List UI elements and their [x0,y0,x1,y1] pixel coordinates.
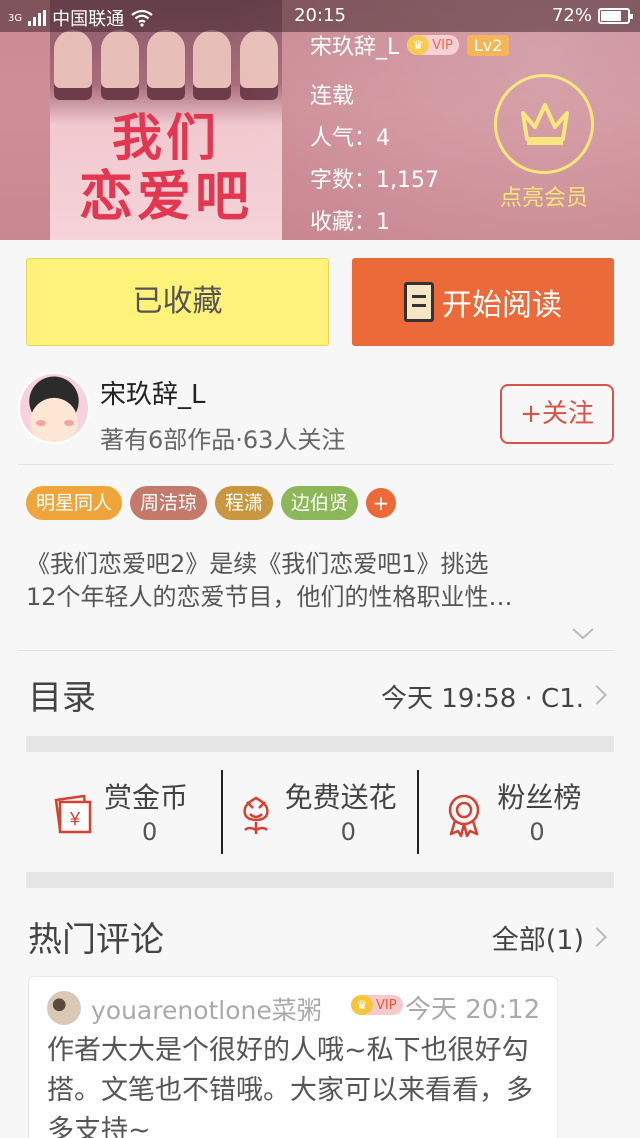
favorites-label: 收藏： [310,210,377,235]
crown-badge [494,74,594,174]
word-count-value: 1,157 [376,168,439,193]
crown-icon [521,103,569,145]
serial-status: 连载 [310,84,355,109]
book-author[interactable]: 宋玖辞_L [310,29,399,61]
book-description[interactable]: 《我们恋爱吧2》是续《我们恋爱吧1》挑选 12个年轻人的恋爱节目，他们的性格职业… [26,548,606,614]
battery-percent: 72% [551,5,592,26]
table-of-contents-row[interactable]: 目录 今天 19:58 · C1. [26,652,614,732]
tag-item[interactable]: 边伯贤 [281,486,359,520]
gift-coin-button[interactable]: ¥ 赏金币 0 [26,770,221,854]
membership-label: 点亮会员 [499,186,588,211]
author-name[interactable]: 宋玖辞_L [100,374,206,411]
clock: 20:15 [294,5,346,26]
battery-icon [598,7,633,24]
gift-flower-label: 免费送花 [284,781,397,814]
cover-title-line2: 恋爱吧 [79,164,253,228]
commenter-avatar[interactable] [47,991,81,1025]
divider [18,650,614,651]
hot-comments-title: 热门评论 [28,920,164,960]
toc-title: 目录 [28,678,96,718]
gift-flower-button[interactable]: 免费送花 0 [220,770,418,854]
gift-coin-count: 0 [142,818,158,846]
cover-title-line1: 我们 [112,108,220,167]
description-line1: 《我们恋爱吧2》是续《我们恋爱吧1》挑选 [26,550,489,578]
svg-text:¥: ¥ [69,809,81,829]
vip-label: VIP [376,997,397,1013]
coin-envelope-icon: ¥ [54,794,92,834]
follow-button[interactable]: +关注 [500,384,614,444]
vip-label: VIP [432,37,453,53]
gift-flower-count: 0 [340,818,356,846]
more-tags-button[interactable]: + [366,488,397,518]
author-card: 宋玖辞_L 著有6部作品·63人关注 +关注 [18,370,618,454]
collected-button[interactable]: 已收藏 [26,258,329,346]
fan-ranking-button[interactable]: 粉丝榜 0 [417,770,614,854]
start-reading-label: 开始阅读 [442,288,562,323]
book-cover[interactable]: 我们 恋爱吧 [50,0,282,240]
membership-button[interactable]: 点亮会员 [492,74,596,212]
vip-badge: ♛ VIP [351,995,403,1015]
description-line2: 12个年轻人的恋爱节目，他们的性格职业性… [26,583,513,611]
vip-badge: ♛ VIP [407,35,459,55]
tag-list: 明星同人 周洁琼 程潇 边伯贤 + [26,486,397,520]
status-bar: 3G 中国联通 20:15 72% [0,0,640,32]
chevron-right-icon [587,685,607,705]
hot-comments-header: 热门评论 全部(1) [26,906,614,966]
word-count-stat: 字数：1,157 [310,160,509,202]
popularity-value: 4 [376,126,391,151]
section-separator [26,872,614,888]
level-badge: Lv2 [466,34,510,56]
start-reading-button[interactable]: 开始阅读 [352,258,614,346]
comment-text: 作者大大是个很好的人哦~私下也很好勾搭。文笔也不错哦。大家可以来看看，多多支持~ [47,1035,533,1138]
fan-ranking-count: 0 [529,818,545,846]
all-comments-link[interactable]: 全部(1) [492,918,584,957]
tag-item[interactable]: 周洁琼 [130,486,208,520]
author-avatar[interactable] [18,372,90,444]
chevron-right-icon [587,927,607,947]
favorites-stat: 收藏：1 [310,202,509,240]
tag-item[interactable]: 程潇 [215,486,274,520]
section-separator [26,736,614,752]
comment-time: 今天 20:12 [405,995,541,1025]
book-icon [404,282,434,322]
crown-icon: ♛ [351,995,373,1015]
commenter-name[interactable]: youarenotlone菜粥 [91,991,322,1027]
popularity-label: 人气： [310,126,377,151]
latest-chapter: 今天 19:58 · C1. [381,684,584,714]
popularity-stat: 人气：4 [310,118,509,160]
book-info: 宋玖辞_L ♛ VIP Lv2 连载 人气：4 字数：1,157 收藏：1 [310,28,510,240]
tag-item[interactable]: 明星同人 [26,486,123,520]
comment-card[interactable]: youarenotlone菜粥 ♛ VIP 今天 20:12 作者大大是个很好的… [28,976,558,1138]
fan-ranking-label: 粉丝榜 [497,781,582,814]
word-count-label: 字数： [310,168,377,193]
book-header: 3G 中国联通 20:15 72% 我们 恋爱吧 宋玖辞_L ♛ VIP Lv2… [0,0,640,240]
crown-icon: ♛ [407,35,430,55]
gift-coin-label: 赏金币 [104,781,189,814]
book-detail-panel: 已收藏 开始阅读 宋玖辞_L 著有6部作品·63人关注 +关注 明星同人 周洁琼… [0,240,640,1138]
medal-icon [449,794,480,838]
author-meta: 著有6部作品·63人关注 [100,426,346,454]
gift-bar: ¥ 赏金币 0 免费送花 0 粉丝榜 0 [26,770,614,854]
chevron-down-icon[interactable] [572,628,594,640]
flower-icon [243,796,269,834]
divider [18,464,614,465]
favorites-value: 1 [376,210,391,235]
action-buttons: 已收藏 开始阅读 [26,258,614,346]
